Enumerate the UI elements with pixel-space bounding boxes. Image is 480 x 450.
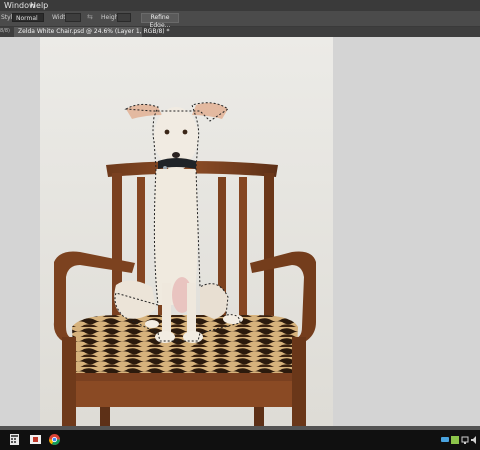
volume-icon[interactable] (471, 436, 479, 444)
network-icon[interactable] (461, 436, 469, 444)
tray-app-icon[interactable] (451, 436, 459, 444)
style-select[interactable]: Normal (12, 13, 44, 22)
chat-icon[interactable] (441, 436, 449, 444)
width-field[interactable] (65, 13, 81, 22)
active-document-tab[interactable]: Zelda White Chair.psd @ 24.6% (Layer 1, … (14, 27, 170, 37)
menu-help[interactable]: Help (30, 1, 48, 10)
active-tab-title: Zelda White Chair.psd @ 24.6% (Layer 1, … (18, 28, 170, 35)
taskbar (0, 430, 480, 450)
options-bar: Style: Normal Width: ⇆ Height: Refine Ed… (0, 11, 480, 29)
calculator-icon[interactable] (9, 434, 20, 445)
photo-dog-on-chair (40, 37, 333, 426)
chrome-icon[interactable] (49, 434, 60, 445)
swap-icon[interactable]: ⇆ (87, 13, 93, 21)
canvas-area[interactable] (0, 37, 480, 426)
document-canvas[interactable] (40, 37, 333, 426)
height-field[interactable] (117, 13, 131, 22)
refine-edge-button[interactable]: Refine Edge... (141, 13, 179, 29)
prev-tab-fragment[interactable]: 8/8) (0, 28, 10, 34)
document-tab-bar: 8/8) Zelda White Chair.psd @ 24.6% (Laye… (0, 27, 480, 37)
media-app-icon[interactable] (30, 434, 41, 445)
menu-bar: Window Help (0, 0, 480, 11)
style-value: Normal (16, 15, 38, 22)
